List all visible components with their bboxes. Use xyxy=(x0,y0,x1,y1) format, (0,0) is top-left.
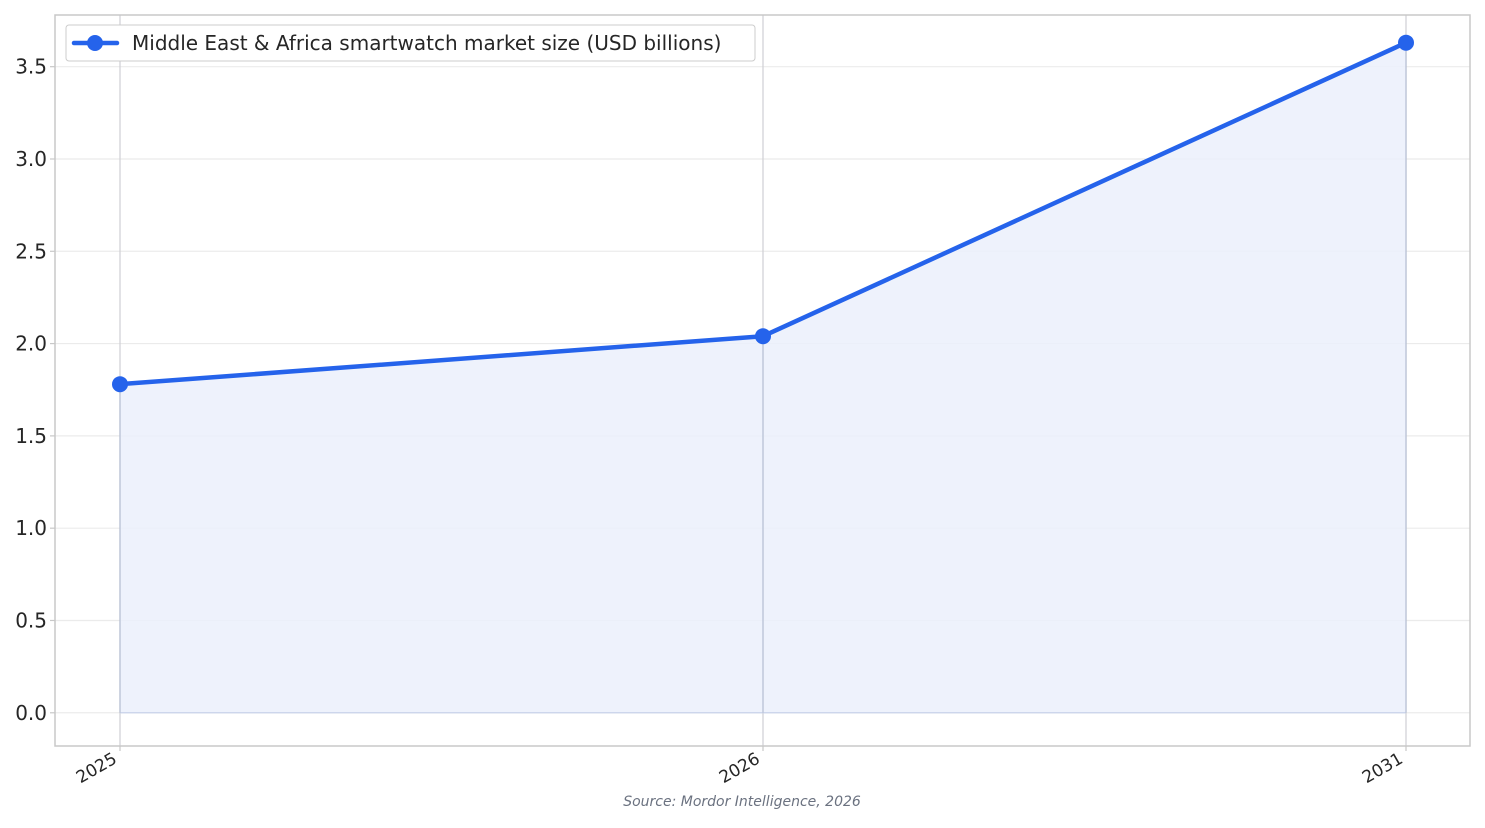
chart-container: 0.0 0.5 1.0 1.5 2.0 2.5 3.0 3.5 2025 2026 2031 Mi… xyxy=(0,0,1485,824)
y-tick-label: 2.5 xyxy=(15,239,47,263)
y-tick-label: 2.0 xyxy=(15,332,47,356)
y-tick-label: 0.0 xyxy=(15,701,47,725)
data-point-2025 xyxy=(112,376,128,393)
source-caption: Source: Mordor Intelligence, 2026 xyxy=(623,794,861,810)
data-point-2031 xyxy=(1398,34,1414,51)
y-tick-label: 1.0 xyxy=(15,516,47,540)
legend-marker-swatch xyxy=(87,35,103,51)
y-tick-label: 3.0 xyxy=(15,147,47,171)
legend-label: Middle East & Africa smartwatch market s… xyxy=(132,31,721,55)
line-chart: 0.00.51.01.52.02.53.03.5 2025 2026 2031 Mi… xyxy=(0,0,1485,824)
legend: Middle East & Africa smartwatch market s… xyxy=(65,24,756,62)
y-tick-label: 0.5 xyxy=(15,608,47,632)
y-tick-label: 1.5 xyxy=(15,424,47,448)
data-point-2026 xyxy=(755,328,771,345)
y-tick-label: 3.5 xyxy=(15,55,47,79)
